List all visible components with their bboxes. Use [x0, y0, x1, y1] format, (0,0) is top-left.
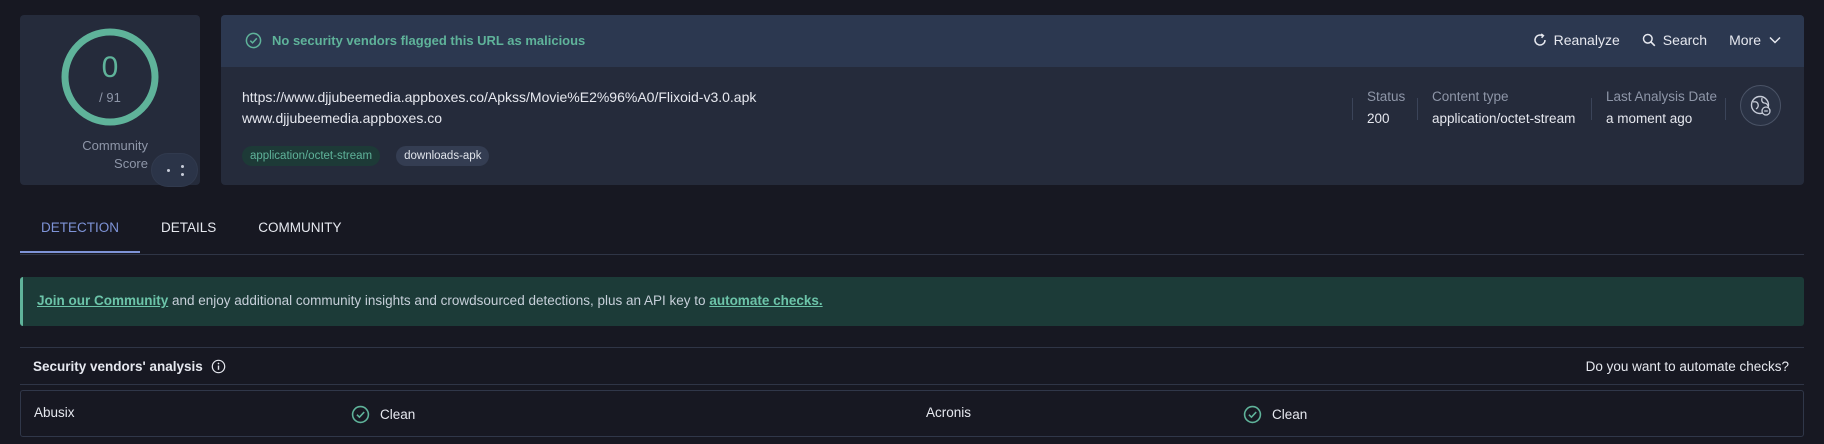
divider [1352, 98, 1353, 120]
community-score-card: 0 / 91 Community Score [20, 15, 200, 187]
tag-list: application/octet-stream downloads-apk [242, 146, 490, 166]
tab-details[interactable]: DETAILS [140, 220, 237, 253]
status-meta: Status 200 [1367, 89, 1406, 126]
chevron-down-icon [1769, 36, 1781, 44]
vendor-result: Clean [1243, 405, 1307, 424]
automate-checks-link[interactable]: automate checks. [709, 293, 822, 308]
divider [1591, 98, 1592, 120]
tabs-divider [20, 254, 1804, 255]
check-circle-icon [1243, 405, 1262, 424]
tab-detection[interactable]: DETECTION [20, 220, 141, 253]
vendor-row: Abusix Clean Acronis Clean [20, 390, 1804, 437]
community-vote-toggle[interactable] [151, 153, 198, 187]
info-icon[interactable] [211, 359, 226, 374]
tag-downloads-apk[interactable]: downloads-apk [396, 146, 490, 166]
vendor-result: Clean [351, 405, 415, 424]
check-circle-icon [351, 405, 370, 424]
scanned-domain[interactable]: www.djjubeemedia.appboxes.co [242, 110, 442, 126]
join-community-link[interactable]: Join our Community [37, 293, 168, 308]
invite-text: and enjoy additional community insights … [168, 293, 710, 308]
divider [1417, 98, 1418, 120]
community-score-label: Community Score [82, 138, 148, 171]
divider [1725, 98, 1726, 120]
url-globe-icon [1740, 85, 1781, 126]
vendor-name: Abusix [34, 405, 75, 420]
more-dropdown[interactable]: More [1729, 32, 1782, 48]
vendor-name: Acronis [926, 405, 972, 420]
automate-checks-prompt[interactable]: Do you want to automate checks? [1586, 359, 1789, 374]
search-button[interactable]: Search [1642, 32, 1707, 48]
vendors-header: Security vendors' analysis Do you want t… [20, 347, 1804, 385]
verdict-message: No security vendors flagged this URL as … [245, 32, 585, 49]
detection-count: 0 [101, 51, 119, 84]
report-tabs: DETECTION DETAILS COMMUNITY [20, 220, 363, 253]
refresh-icon [1533, 33, 1546, 46]
search-icon [1642, 33, 1656, 47]
check-circle-icon [245, 32, 262, 49]
community-invite-banner: Join our Community and enjoy additional … [20, 277, 1804, 326]
analysis-summary: No security vendors flagged this URL as … [221, 15, 1804, 185]
tab-community[interactable]: COMMUNITY [237, 220, 362, 253]
banner-actions: Reanalyze Search More [1533, 32, 1782, 48]
scanned-url: https://www.djjubeemedia.appboxes.co/Apk… [242, 89, 757, 105]
reanalyze-button[interactable]: Reanalyze [1533, 32, 1620, 48]
globe-icon [1750, 95, 1771, 116]
tag-content-type[interactable]: application/octet-stream [242, 146, 381, 166]
vendors-title: Security vendors' analysis [33, 359, 226, 374]
verdict-banner: No security vendors flagged this URL as … [221, 15, 1804, 67]
content-type-meta: Content type application/octet-stream [1432, 89, 1576, 126]
engine-total: / 91 [99, 90, 121, 105]
last-analysis-meta: Last Analysis Date a moment ago [1606, 89, 1718, 126]
